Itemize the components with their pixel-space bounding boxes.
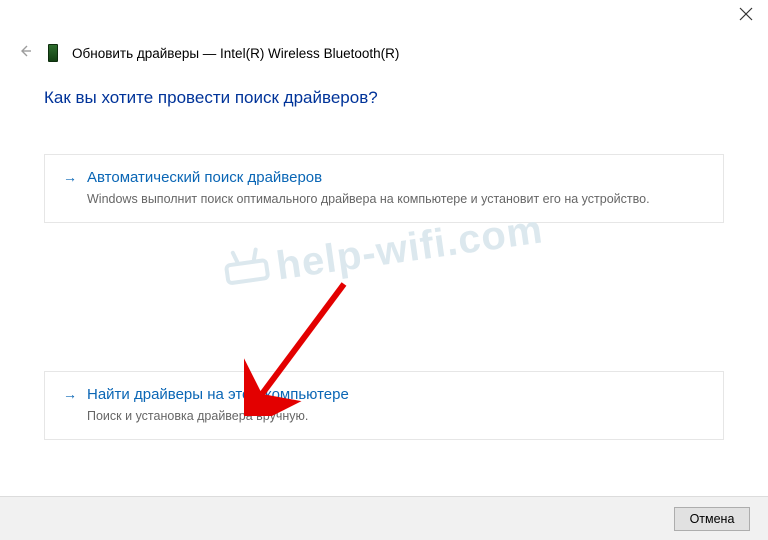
close-icon [738, 6, 754, 22]
option-title: Найти драйверы на этом компьютере [87, 386, 349, 403]
arrow-right-icon: → [63, 170, 77, 184]
close-button[interactable] [738, 6, 754, 22]
title-bar: Обновить драйверы — Intel(R) Wireless Bl… [16, 42, 752, 64]
window-title: Обновить драйверы — Intel(R) Wireless Bl… [72, 46, 399, 61]
back-arrow-icon [18, 44, 32, 58]
option-spacer [44, 223, 724, 371]
device-icon [48, 44, 58, 62]
back-button[interactable] [16, 42, 34, 64]
driver-update-wizard: Обновить драйверы — Intel(R) Wireless Bl… [0, 0, 768, 540]
option-browse-computer[interactable]: → Найти драйверы на этом компьютере Поис… [44, 371, 724, 440]
arrow-right-icon: → [63, 387, 77, 401]
cancel-button[interactable]: Отмена [674, 507, 750, 531]
bottom-bar: Отмена [0, 496, 768, 540]
wizard-content: Как вы хотите провести поиск драйверов? … [44, 88, 724, 440]
option-description: Поиск и установка драйвера вручную. [87, 409, 705, 423]
option-title: Автоматический поиск драйверов [87, 169, 322, 186]
wizard-heading: Как вы хотите провести поиск драйверов? [44, 88, 724, 108]
option-auto-search[interactable]: → Автоматический поиск драйверов Windows… [44, 154, 724, 223]
option-description: Windows выполнит поиск оптимального драй… [87, 192, 705, 206]
